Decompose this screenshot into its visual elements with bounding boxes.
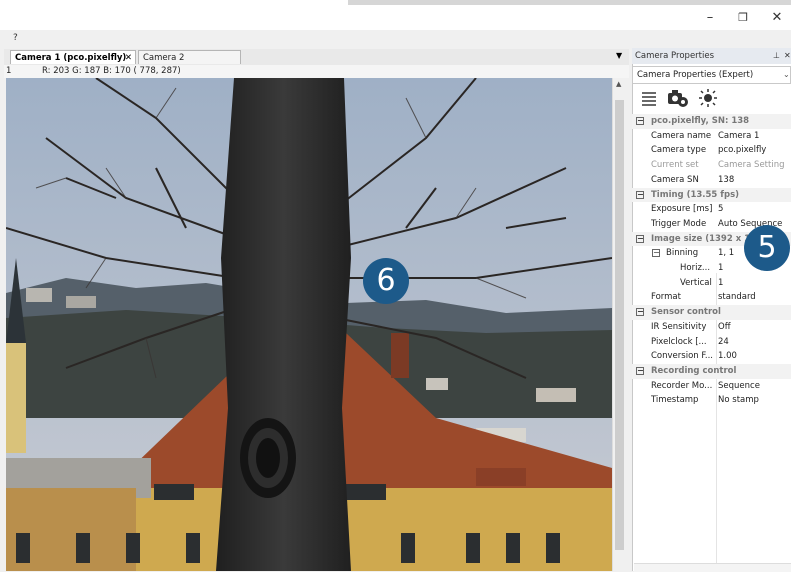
property-mode-value: Camera Properties (Expert) bbox=[637, 70, 754, 80]
property-row[interactable]: Timestamp No stamp bbox=[632, 393, 791, 408]
property-mode-select[interactable]: Camera Properties (Expert) ⌄ bbox=[632, 66, 791, 84]
panel-header: Camera Properties ⊥ ✕ bbox=[632, 48, 791, 64]
category-sensor-control[interactable]: − Sensor control bbox=[632, 305, 791, 320]
tab-dropdown-icon[interactable]: ▼ bbox=[616, 51, 622, 60]
camera-image bbox=[6, 78, 612, 571]
maximize-button[interactable]: ❐ bbox=[733, 10, 753, 26]
collapse-icon[interactable]: − bbox=[636, 234, 644, 243]
collapse-icon[interactable]: − bbox=[636, 190, 644, 199]
property-row-disabled: Current set Camera Setting bbox=[651, 160, 785, 171]
document-tab-bar: Camera 1 (pco.pixelfly) ✕ Camera 2 (pco.… bbox=[4, 49, 629, 77]
property-row[interactable]: Vertical 1 bbox=[632, 276, 791, 291]
brightness-icon[interactable] bbox=[698, 89, 718, 107]
property-row[interactable]: Camera type pco.pixelfly bbox=[632, 143, 791, 158]
category-recording-control[interactable]: − Recording control bbox=[632, 363, 791, 379]
property-row[interactable]: Pixelclock [... 24 bbox=[632, 335, 791, 350]
image-index: 1 bbox=[6, 66, 12, 76]
menu-help[interactable]: ? bbox=[13, 33, 18, 43]
collapse-icon[interactable]: − bbox=[652, 249, 660, 258]
tab-label: Camera 1 (pco.pixelfly) bbox=[15, 53, 127, 63]
list-icon[interactable] bbox=[641, 89, 657, 107]
tab-camera-1[interactable]: Camera 1 (pco.pixelfly) ✕ bbox=[10, 50, 136, 64]
property-row[interactable]: Recorder Mo... Sequence bbox=[632, 379, 791, 394]
title-bar: – ❐ ✕ bbox=[0, 0, 791, 30]
property-row[interactable]: Camera name Camera 1 bbox=[632, 129, 791, 144]
collapse-icon[interactable]: − bbox=[636, 308, 644, 317]
panel-title: Camera Properties bbox=[635, 51, 715, 61]
pixel-readout: R: 203 G: 187 B: 170 ( 778, 287) bbox=[42, 66, 181, 76]
category-camera[interactable]: − pco.pixelfly, SN: 138 bbox=[632, 114, 791, 129]
callout-badge-5: 5 bbox=[744, 225, 790, 271]
callout-badge-6: 6 bbox=[363, 258, 409, 304]
property-row[interactable]: Camera SN 138 bbox=[632, 173, 791, 188]
camera-image-view[interactable]: 6 bbox=[6, 78, 612, 571]
minimize-button[interactable]: – bbox=[700, 10, 720, 26]
chevron-down-icon: ⌄ bbox=[783, 70, 790, 79]
collapse-icon[interactable]: − bbox=[636, 366, 644, 375]
property-row[interactable]: Exposure [ms] 5 bbox=[632, 202, 791, 217]
close-button[interactable]: ✕ bbox=[767, 10, 787, 26]
property-row[interactable]: Format standard bbox=[632, 290, 791, 305]
category-timing[interactable]: − Timing (13.55 fps) bbox=[632, 187, 791, 203]
property-row[interactable]: IR Sensitivity Off bbox=[632, 320, 791, 335]
close-icon[interactable]: ✕ bbox=[784, 48, 791, 64]
scroll-up-icon[interactable]: ▲ bbox=[616, 80, 621, 88]
collapse-icon[interactable]: − bbox=[636, 117, 644, 125]
title-strip bbox=[348, 0, 791, 5]
pixel-info-bar: 1 R: 203 G: 187 B: 170 ( 778, 287) bbox=[4, 65, 629, 78]
camera-gear-icon[interactable] bbox=[667, 88, 689, 108]
menu-bar: ? bbox=[0, 30, 791, 46]
pin-icon[interactable]: ⊥ bbox=[773, 48, 780, 64]
property-row[interactable]: Conversion F... 1.00 bbox=[632, 349, 791, 364]
scroll-thumb[interactable] bbox=[615, 100, 624, 550]
close-icon[interactable]: ✕ bbox=[125, 51, 132, 65]
tab-camera-2[interactable]: Camera 2 (pco.pixelfly) bbox=[138, 50, 241, 77]
viewer-scrollbar[interactable]: ▲ bbox=[612, 78, 626, 571]
